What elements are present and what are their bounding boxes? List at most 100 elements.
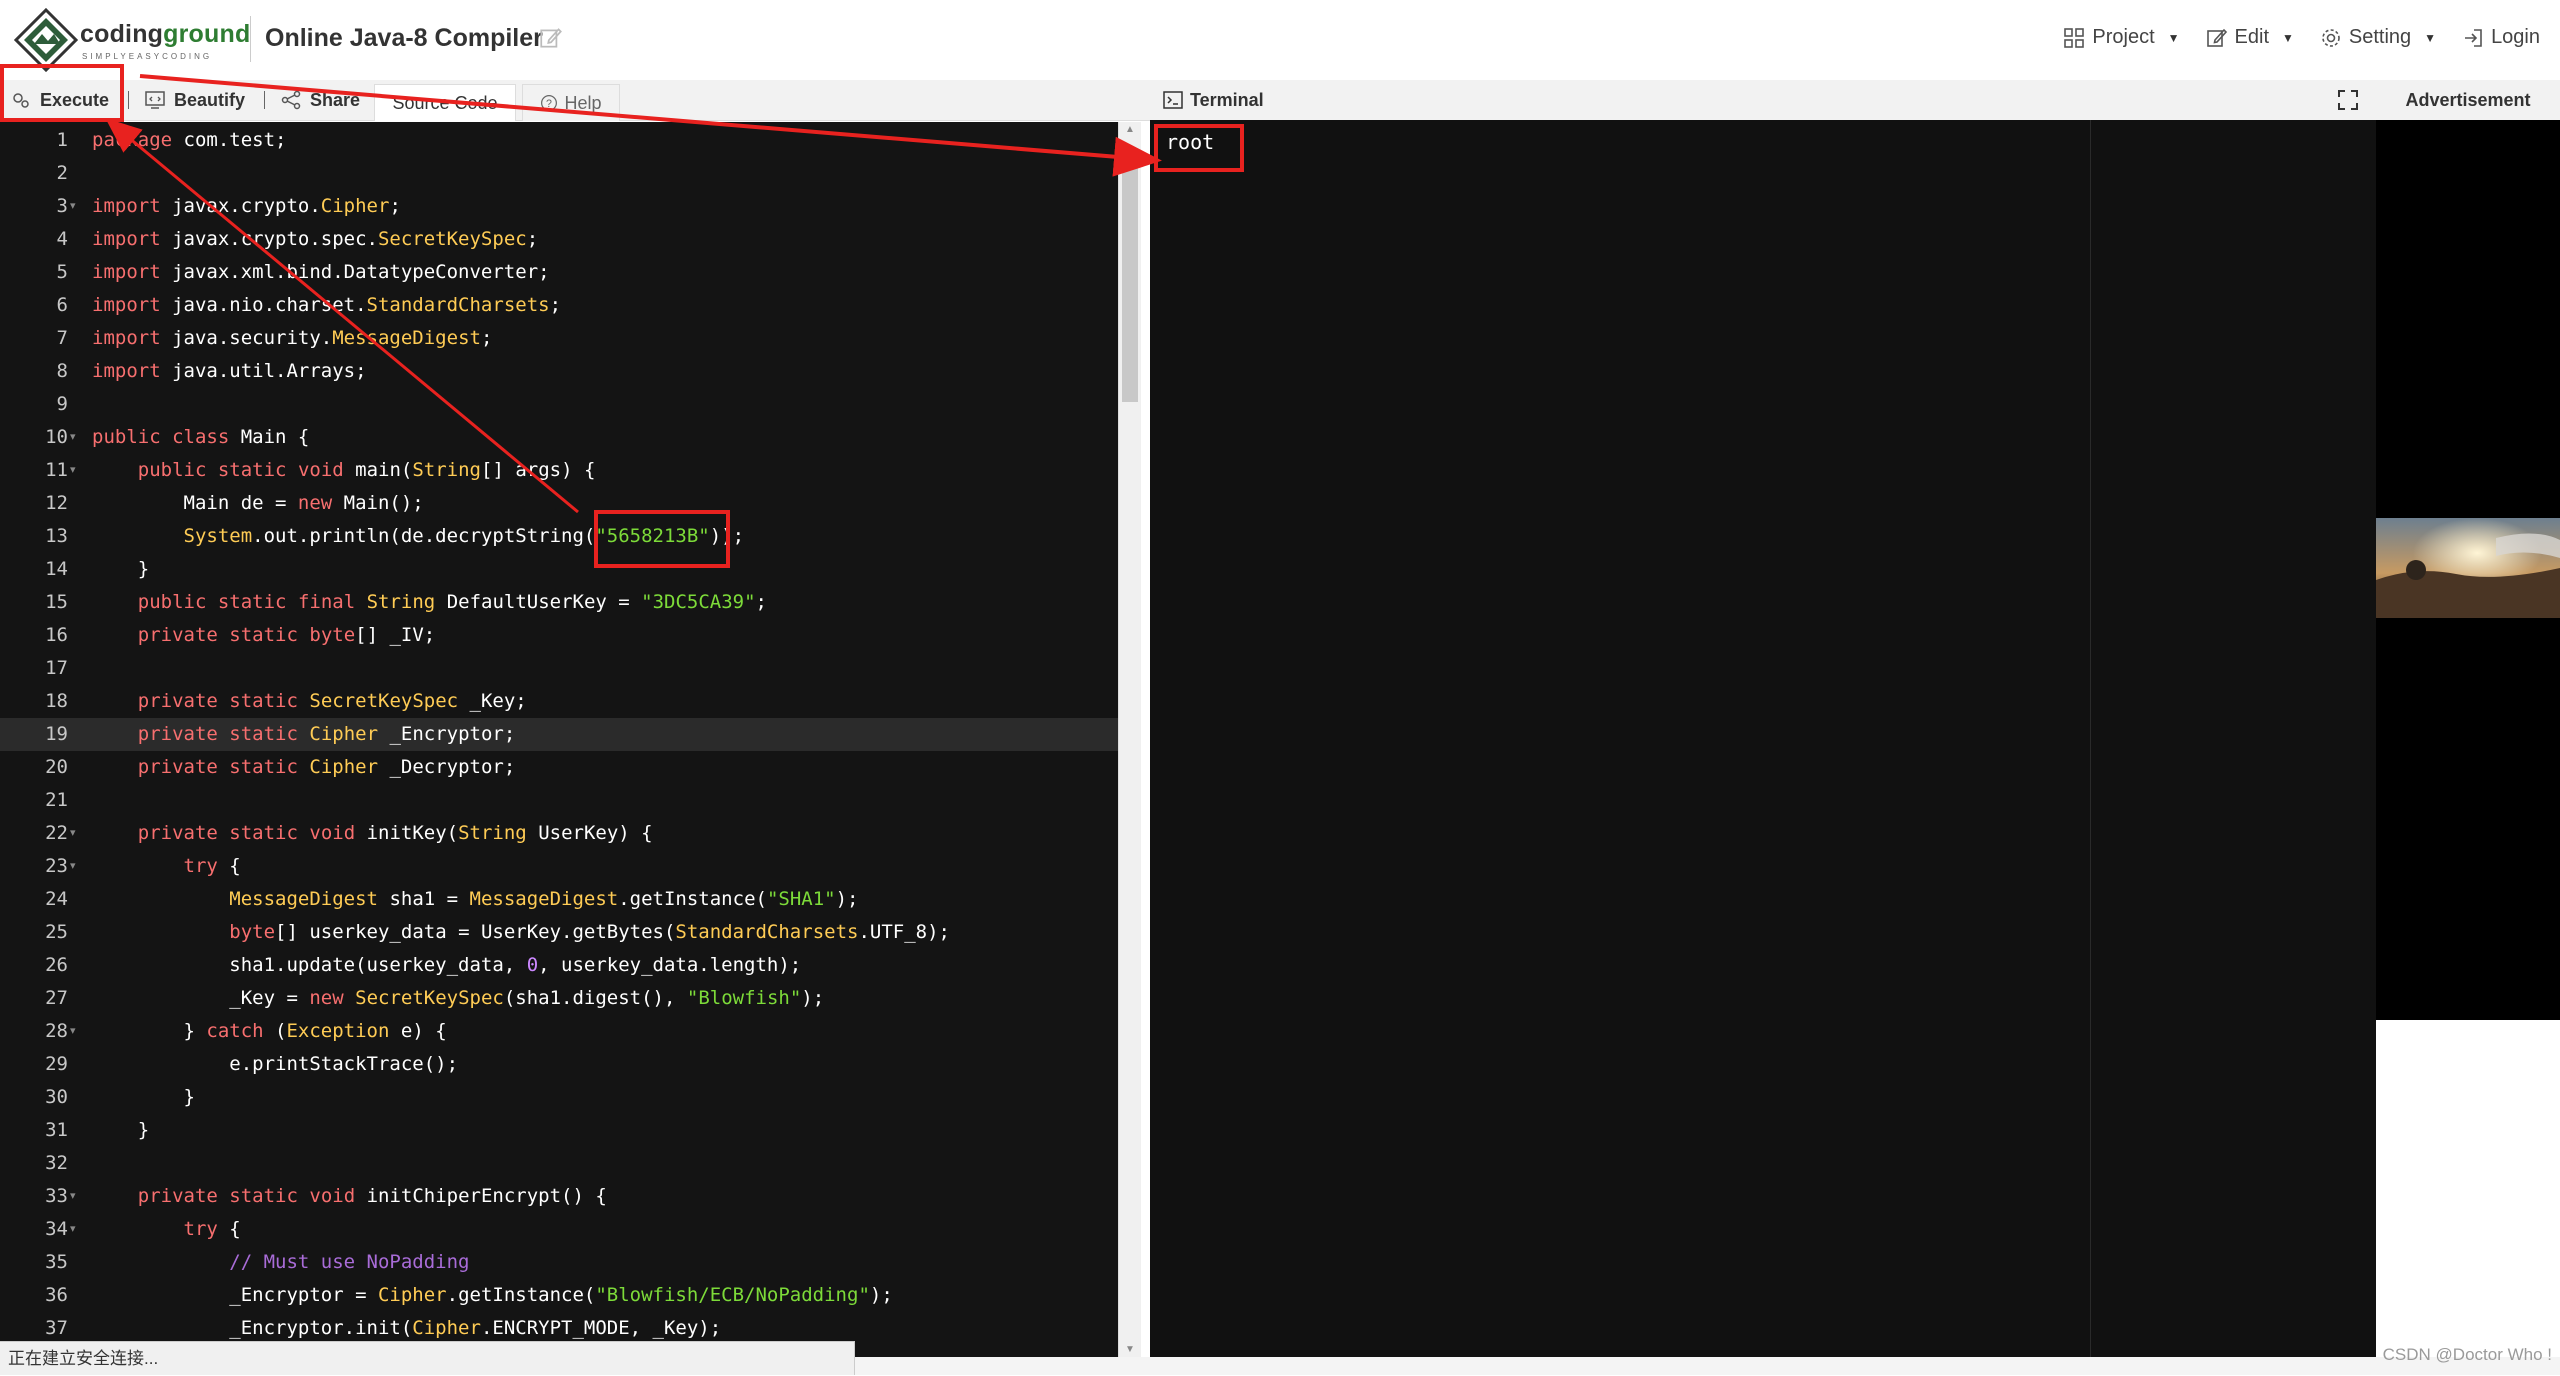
- code-line[interactable]: 15 public static final String DefaultUse…: [0, 586, 1118, 619]
- code-line[interactable]: 32: [0, 1147, 1118, 1180]
- code-text: private static Cipher _Decryptor;: [137, 756, 516, 778]
- code-line[interactable]: 35 // Must use NoPadding: [0, 1246, 1118, 1279]
- fold-toggle-icon[interactable]: ▾: [70, 817, 80, 850]
- terminal-icon: [1163, 91, 1183, 109]
- code-line[interactable]: 30 }: [0, 1081, 1118, 1114]
- browser-status-bar: 正在建立安全连接...: [0, 1341, 855, 1375]
- line-number: 23: [45, 855, 68, 877]
- fold-toggle-icon[interactable]: ▾: [70, 1015, 80, 1048]
- code-line[interactable]: 5 import javax.xml.bind.DatatypeConverter…: [0, 256, 1118, 289]
- chevron-down-icon: ▼: [2282, 30, 2294, 45]
- code-line[interactable]: 36 _Encryptor = Cipher.getInstance("Blow…: [0, 1279, 1118, 1312]
- code-line[interactable]: 27 _Key = new SecretKeySpec(sha1.digest(…: [0, 982, 1118, 1015]
- code-line[interactable]: 4 import javax.crypto.spec.SecretKeySpec;: [0, 223, 1118, 256]
- code-line[interactable]: 13 System.out.println(de.decryptString("…: [0, 520, 1118, 553]
- share-button[interactable]: Share: [280, 80, 360, 120]
- codingground-logo[interactable]: codingground SIMPLYEASYCODING: [14, 8, 250, 72]
- code-line[interactable]: 21: [0, 784, 1118, 817]
- line-number: 11: [45, 459, 68, 481]
- line-number: 33: [45, 1185, 68, 1207]
- code-line[interactable]: 29 e.printStackTrace();: [0, 1048, 1118, 1081]
- line-number: 2: [56, 162, 68, 184]
- tab-help[interactable]: ? Help: [522, 84, 620, 121]
- code-line[interactable]: 33 ▾ private static void initChiperEncryp…: [0, 1180, 1118, 1213]
- code-text: import java.nio.charset.StandardCharsets…: [92, 294, 562, 316]
- scrollbar-thumb[interactable]: [1122, 152, 1138, 402]
- ad-image[interactable]: [2376, 518, 2560, 618]
- code-line[interactable]: 26 sha1.update(userkey_data, 0, userkey_…: [0, 949, 1118, 982]
- editor-scrollbar[interactable]: ▲ ▼: [1118, 122, 1141, 1357]
- code-line[interactable]: 24 MessageDigest sha1 = MessageDigest.ge…: [0, 883, 1118, 916]
- fold-toggle-icon[interactable]: ▾: [70, 1213, 80, 1246]
- fold-toggle-icon[interactable]: ▾: [70, 850, 80, 883]
- edit-title-icon[interactable]: [538, 25, 564, 51]
- code-text: private static Cipher _Encryptor;: [137, 723, 516, 745]
- code-line[interactable]: 11 ▾ public static void main(String[] arg…: [0, 454, 1118, 487]
- code-line[interactable]: 20 private static Cipher _Decryptor;: [0, 751, 1118, 784]
- code-text: try {: [183, 855, 241, 877]
- line-number: 21: [45, 789, 68, 811]
- code-line[interactable]: 28 ▾ } catch (Exception e) {: [0, 1015, 1118, 1048]
- code-line[interactable]: 3 ▾ import javax.crypto.Cipher;: [0, 190, 1118, 223]
- fold-toggle-icon[interactable]: ▾: [70, 421, 80, 454]
- code-line[interactable]: 6 import java.nio.charset.StandardCharset…: [0, 289, 1118, 322]
- code-line[interactable]: 12 Main de = new Main();: [0, 487, 1118, 520]
- code-line[interactable]: 16 private static byte[] _IV;: [0, 619, 1118, 652]
- code-text: _Key = new SecretKeySpec(sha1.digest(), …: [92, 987, 825, 1009]
- menu-login[interactable]: Login: [2462, 26, 2540, 49]
- code-line[interactable]: 8 import java.util.Arrays;: [0, 355, 1118, 388]
- code-line[interactable]: 2: [0, 157, 1118, 190]
- code-line[interactable]: 9: [0, 388, 1118, 421]
- code-text: _Encryptor = Cipher.getInstance("Blowfis…: [92, 1284, 893, 1306]
- code-text: import java.util.Arrays;: [92, 360, 367, 382]
- fold-toggle-icon[interactable]: ▾: [70, 1180, 80, 1213]
- code-line[interactable]: 7 import java.security.MessageDigest;: [0, 322, 1118, 355]
- code-text: sha1.update(userkey_data, 0, userkey_dat…: [92, 954, 802, 976]
- menu-edit-label: Edit: [2234, 26, 2270, 48]
- code-text: Main de = new Main();: [92, 492, 424, 514]
- code-line[interactable]: 10 ▾ public class Main {: [0, 421, 1118, 454]
- fullscreen-icon[interactable]: [2336, 88, 2360, 112]
- line-number: 36: [45, 1284, 68, 1306]
- code-line[interactable]: 22 ▾ private static void initKey(String U…: [0, 817, 1118, 850]
- code-text: // Must use NoPadding: [92, 1251, 470, 1273]
- menu-edit[interactable]: Edit ▼: [2206, 26, 2294, 49]
- line-number: 31: [45, 1119, 68, 1141]
- fold-toggle-icon[interactable]: ▾: [70, 454, 80, 487]
- code-line[interactable]: 18 private static SecretKeySpec _Key;: [0, 685, 1118, 718]
- line-number: 17: [45, 657, 68, 679]
- header-divider: [250, 16, 251, 62]
- code-line[interactable]: 25 byte[] userkey_data = UserKey.getByte…: [0, 916, 1118, 949]
- code-line[interactable]: 34 ▾ try {: [0, 1213, 1118, 1246]
- editor-toolbar: Execute Beautify Share Source Code ? Hel…: [0, 80, 1150, 121]
- advertisement-panel[interactable]: [2376, 120, 2560, 1020]
- code-text: MessageDigest sha1 = MessageDigest.getIn…: [229, 888, 859, 910]
- menu-project[interactable]: Project ▼: [2063, 26, 2180, 49]
- scroll-down-arrow[interactable]: ▼: [1119, 1344, 1141, 1355]
- code-line[interactable]: 23 ▾ try {: [0, 850, 1118, 883]
- code-editor[interactable]: 1 package com.test; 2 3 ▾ import javax.crypto…: [0, 122, 1118, 1357]
- tab-source-code[interactable]: Source Code: [374, 84, 516, 121]
- terminal-divider: [2090, 120, 2091, 1357]
- code-line[interactable]: 1 package com.test;: [0, 124, 1118, 157]
- watermark: CSDN @Doctor Who !: [2382, 1345, 2552, 1364]
- code-line[interactable]: 31 }: [0, 1114, 1118, 1147]
- line-number: 6: [56, 294, 68, 316]
- fold-toggle-icon[interactable]: ▾: [70, 190, 80, 223]
- gear-icon: [2322, 28, 2340, 47]
- toolbar-divider: [128, 91, 129, 109]
- code-text: import javax.crypto.Cipher;: [92, 195, 401, 217]
- chevron-down-icon: ▼: [2167, 30, 2180, 45]
- code-line[interactable]: 19 private static Cipher _Encryptor;: [0, 718, 1118, 751]
- scroll-up-arrow[interactable]: ▲: [1119, 124, 1141, 135]
- terminal-output[interactable]: root: [1150, 120, 2376, 1357]
- code-line[interactable]: 17: [0, 652, 1118, 685]
- code-line[interactable]: 14 }: [0, 553, 1118, 586]
- code-text: try {: [183, 1218, 241, 1240]
- logo-icon: [14, 8, 78, 72]
- beautify-button[interactable]: Beautify: [144, 80, 245, 120]
- menu-setting[interactable]: Setting ▼: [2320, 26, 2436, 49]
- brand-name: codingground: [80, 20, 251, 48]
- line-number: 18: [45, 690, 68, 712]
- line-number: 4: [56, 228, 68, 250]
